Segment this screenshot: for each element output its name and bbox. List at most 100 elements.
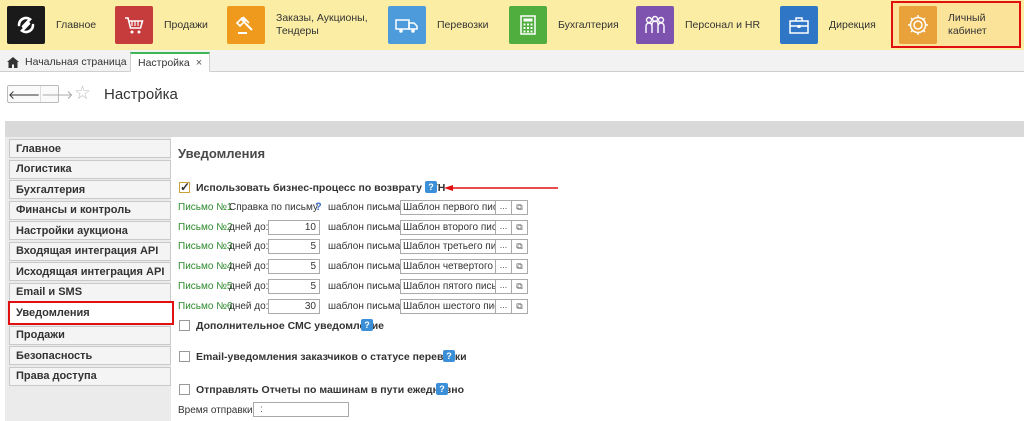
question-icon[interactable]: ?: [315, 201, 322, 213]
tabs-bar: Начальная страница Настройка ×: [0, 50, 1024, 72]
tab-settings[interactable]: Настройка ×: [130, 52, 211, 72]
help-icon[interactable]: ?: [436, 383, 448, 395]
letter-row: Письмо №2 дней до: 10 шаблон письма: Шаб…: [178, 219, 578, 236]
section-label: Перевозки: [437, 18, 489, 31]
letter-number: Письмо №2: [178, 221, 233, 233]
days-label: дней до:: [229, 261, 269, 272]
cart-icon: [115, 6, 153, 44]
back-button[interactable]: 🡐: [8, 86, 40, 102]
sidebar-item-email-sms[interactable]: Email и SMS: [9, 282, 171, 302]
tab-label: Настройка: [138, 56, 190, 69]
open-icon[interactable]: ⧉: [512, 299, 528, 314]
sidebar-item-access[interactable]: Права доступа: [9, 366, 171, 386]
template-label: шаблон письма:: [328, 301, 404, 312]
open-icon[interactable]: ⧉: [512, 279, 528, 294]
section-cabinet[interactable]: Личный кабинет: [891, 1, 1021, 48]
select-button[interactable]: ...: [496, 219, 512, 235]
letter-row: Письмо №6 дней до: 30 шаблон письма: Шаб…: [178, 299, 578, 315]
template-field[interactable]: Шаблон второго письма: [400, 219, 496, 235]
use-process-label: Использовать бизнес-процесс по возврату …: [196, 182, 446, 194]
days-input[interactable]: 5: [268, 259, 320, 274]
days-label: дней до:: [229, 281, 269, 292]
reports-checkbox[interactable]: [179, 384, 190, 395]
select-button[interactable]: ...: [496, 239, 512, 254]
sidebar-item-sales[interactable]: Продажи: [9, 325, 171, 345]
gear-icon: [899, 5, 937, 44]
sidebar-item-main[interactable]: Главное: [9, 139, 171, 158]
section-main[interactable]: Главное: [7, 0, 96, 50]
select-button[interactable]: ...: [496, 259, 512, 274]
truck-icon: [388, 6, 426, 44]
sms-checkbox[interactable]: [179, 320, 190, 331]
gavel-icon: [227, 6, 265, 44]
email-status-checkbox[interactable]: [179, 351, 190, 362]
open-icon[interactable]: ⧉: [512, 239, 528, 254]
sidebar-item-api-out[interactable]: Исходящая интеграция API: [9, 262, 171, 281]
select-button[interactable]: ...: [496, 200, 512, 215]
section-label: Заказы, Аукционы, Тендеры: [276, 12, 368, 37]
template-label: шаблон письма:: [328, 202, 404, 213]
template-field[interactable]: Шаблон четвертого письма: [400, 259, 496, 274]
section-accounting[interactable]: Бухгалтерия: [509, 0, 619, 50]
days-input[interactable]: 30: [268, 299, 320, 314]
sidebar-item-security[interactable]: Безопасность: [9, 346, 171, 365]
sidebar-item-accounting[interactable]: Бухгалтерия: [9, 180, 171, 199]
sidebar-item-api-in[interactable]: Входящая интеграция API: [9, 241, 171, 261]
send-time-input[interactable]: :: [253, 402, 349, 417]
home-icon: [7, 56, 19, 68]
toolbar-band: [5, 121, 1024, 137]
tab-label: Начальная страница: [25, 56, 127, 68]
sidebar-item-logistics[interactable]: Логистика: [9, 159, 171, 179]
open-icon[interactable]: ⧉: [512, 200, 528, 215]
letter-number: Письмо №3: [178, 241, 233, 252]
open-icon[interactable]: ⧉: [512, 219, 528, 235]
section-orders[interactable]: Заказы, Аукционы, Тендеры: [227, 0, 368, 50]
select-button[interactable]: ...: [496, 299, 512, 314]
sidebar-item-finance[interactable]: Финансы и контроль: [9, 200, 171, 220]
sidebar-item-notifications[interactable]: Уведомления: [8, 301, 174, 325]
template-label: шаблон письма:: [328, 261, 404, 272]
briefcase-icon: [780, 6, 818, 44]
template-label: шаблон письма:: [328, 281, 404, 292]
section-label: Бухгалтерия: [558, 18, 619, 31]
section-label: Продажи: [164, 18, 208, 31]
letter-row: Письмо №4 дней до: 5 шаблон письма: Шабл…: [178, 259, 578, 275]
sms-label: Дополнительное СМС уведомление: [196, 320, 385, 332]
section-title: Уведомления: [178, 146, 266, 161]
sidebar-item-auction[interactable]: Настройки аукциона: [9, 221, 171, 240]
days-input[interactable]: 10: [268, 219, 320, 235]
select-button[interactable]: ...: [496, 279, 512, 294]
section-transport[interactable]: Перевозки: [388, 0, 489, 50]
letter-row: Письмо №1 Справка по письму ? шаблон пис…: [178, 200, 578, 216]
help-icon[interactable]: ?: [425, 181, 437, 193]
template-field[interactable]: Шаблон пятого письма: [400, 279, 496, 294]
open-icon[interactable]: ⧉: [512, 259, 528, 274]
help-icon[interactable]: ?: [443, 350, 455, 362]
letter-number: Письмо №6: [178, 301, 233, 312]
section-label: Личный кабинет: [948, 11, 987, 37]
close-icon[interactable]: ×: [196, 57, 202, 69]
template-field[interactable]: Шаблон первого письма: [400, 200, 496, 215]
template-field[interactable]: Шаблон шестого письма: [400, 299, 496, 314]
template-label: шаблон письма:: [328, 241, 404, 252]
nav-buttons: 🡐 🡒: [7, 85, 73, 103]
forward-button[interactable]: 🡒: [40, 86, 73, 102]
days-input[interactable]: 5: [268, 239, 320, 254]
section-hr[interactable]: Персонал и HR: [636, 0, 760, 50]
tab-home[interactable]: Начальная страница: [0, 52, 134, 72]
letter-help-label: Справка по письму: [229, 202, 318, 213]
days-input[interactable]: 5: [268, 279, 320, 294]
letter-number: Письмо №4: [178, 261, 233, 272]
use-process-checkbox[interactable]: [179, 180, 190, 194]
people-icon: [636, 6, 674, 44]
template-field[interactable]: Шаблон третьего письма: [400, 239, 496, 254]
logo-icon: [7, 6, 45, 44]
section-direction[interactable]: Дирекция: [780, 0, 876, 50]
section-sales[interactable]: Продажи: [115, 0, 208, 50]
help-icon[interactable]: ?: [361, 319, 373, 331]
star-icon[interactable]: ☆: [74, 84, 91, 104]
template-label: шаблон письма:: [328, 221, 404, 233]
calculator-icon: [509, 6, 547, 44]
section-label: Главное: [56, 18, 97, 31]
annotation-arrow-icon: [444, 185, 558, 191]
